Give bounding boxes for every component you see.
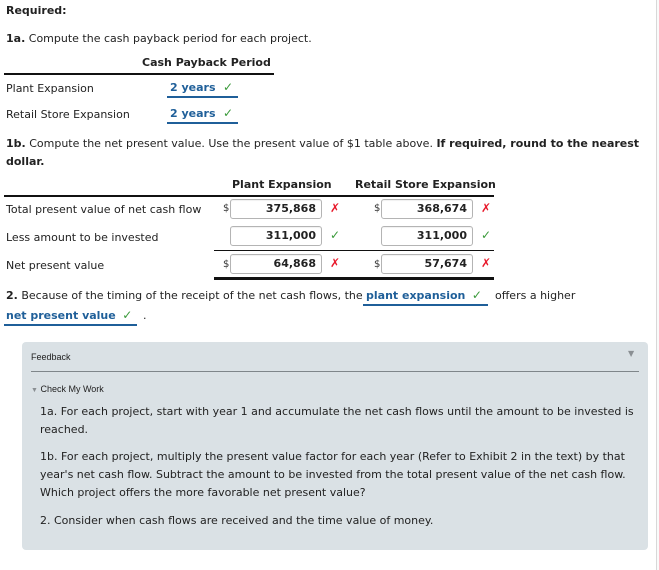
triangle-down-icon: ▼ xyxy=(31,387,38,394)
cross-icon: ✗ xyxy=(481,256,492,270)
part-2-answer-2: net present value xyxy=(6,309,116,322)
check-my-work-title: Check My Work xyxy=(40,384,104,394)
npv-column-header-retail: Retail Store Expansion xyxy=(355,178,496,191)
part-2-answer-1-dropdown[interactable]: plant expansion ✓ xyxy=(366,288,482,302)
dollar-sign: $ xyxy=(223,259,230,270)
cross-icon: ✗ xyxy=(330,256,341,270)
npv-header-rule xyxy=(4,195,494,197)
check-my-work-toggle[interactable]: ▼ Check My Work xyxy=(31,384,104,394)
payback-row-label: Retail Store Expansion xyxy=(6,108,130,121)
payback-answer-underline xyxy=(167,122,238,124)
dollar-sign: $ xyxy=(374,259,381,270)
part-1b-text: Compute the net present value. Use the p… xyxy=(29,137,433,150)
check-icon: ✓ xyxy=(481,228,492,242)
payback-column-header: Cash Payback Period xyxy=(142,56,271,69)
payback-answer-underline xyxy=(167,96,238,98)
part-2-answer-1-underline xyxy=(363,304,488,306)
dollar-sign: $ xyxy=(223,203,230,214)
check-icon: ✓ xyxy=(122,308,133,322)
feedback-title: Feedback xyxy=(31,352,71,362)
part-1a-instruction: 1a. Compute the cash payback period for … xyxy=(6,32,312,45)
part-2-number: 2. xyxy=(6,289,18,302)
part-2-text-middle: offers a higher xyxy=(495,289,576,302)
cross-icon: ✗ xyxy=(481,201,492,215)
payback-answer-retail[interactable]: 2 years ✓ xyxy=(170,106,233,120)
part-2-text-after: . xyxy=(143,309,147,322)
npv-plant-input[interactable]: 64,868 xyxy=(230,254,322,274)
npv-row-label: Total present value of net cash flow xyxy=(6,203,202,216)
npv-row-label: Net present value xyxy=(6,259,105,272)
payback-answer-value: 2 years xyxy=(170,81,216,94)
part-1b-instruction: 1b. Compute the net present value. Use t… xyxy=(6,135,646,171)
check-icon: ✓ xyxy=(223,80,234,94)
part-1b-number: 1b. xyxy=(6,137,26,150)
npv-row-label: Less amount to be invested xyxy=(6,231,159,244)
check-icon: ✓ xyxy=(223,106,234,120)
feedback-collapse-icon[interactable]: ▼ xyxy=(628,349,634,358)
total-double-rule xyxy=(214,277,494,280)
hint-1b: 1b. For each project, multiply the prese… xyxy=(40,450,626,499)
required-heading: Required: xyxy=(6,4,67,17)
feedback-divider xyxy=(31,371,639,372)
payback-row-label: Plant Expansion xyxy=(6,82,94,95)
part-1a-text: Compute the cash payback period for each… xyxy=(28,32,312,45)
feedback-panel: Feedback ▼ ▼ Check My Work 1a. For each … xyxy=(22,342,648,550)
part-1a-number: 1a. xyxy=(6,32,26,45)
question-page: Required: 1a. Compute the cash payback p… xyxy=(0,0,655,570)
check-icon: ✓ xyxy=(330,228,341,242)
npv-retail-input[interactable]: 57,674 xyxy=(381,254,473,274)
invested-retail-input[interactable]: 311,000 xyxy=(381,226,473,246)
check-icon: ✓ xyxy=(471,288,482,302)
hint-2: 2. Consider when cash flows are received… xyxy=(40,514,434,527)
payback-answer-plant[interactable]: 2 years ✓ xyxy=(170,80,233,94)
part-2-sentence: 2. Because of the timing of the receipt … xyxy=(6,289,363,302)
payback-answer-value: 2 years xyxy=(170,107,216,120)
part-2-answer-2-dropdown[interactable]: net present value ✓ xyxy=(6,308,132,322)
total-pv-plant-input[interactable]: 375,868 xyxy=(230,199,322,219)
payback-header-rule xyxy=(4,73,274,75)
part-2-answer-1: plant expansion xyxy=(366,289,466,302)
subtotal-rule xyxy=(214,250,494,251)
part-2-answer-2-underline xyxy=(4,324,137,326)
total-pv-retail-input[interactable]: 368,674 xyxy=(381,199,473,219)
dollar-sign: $ xyxy=(374,203,381,214)
npv-column-header-plant: Plant Expansion xyxy=(232,178,332,191)
part-2-text-before: Because of the timing of the receipt of … xyxy=(21,289,363,302)
invested-plant-input[interactable]: 311,000 xyxy=(230,226,322,246)
hint-1a: 1a. For each project, start with year 1 … xyxy=(40,405,634,436)
cross-icon: ✗ xyxy=(330,201,341,215)
